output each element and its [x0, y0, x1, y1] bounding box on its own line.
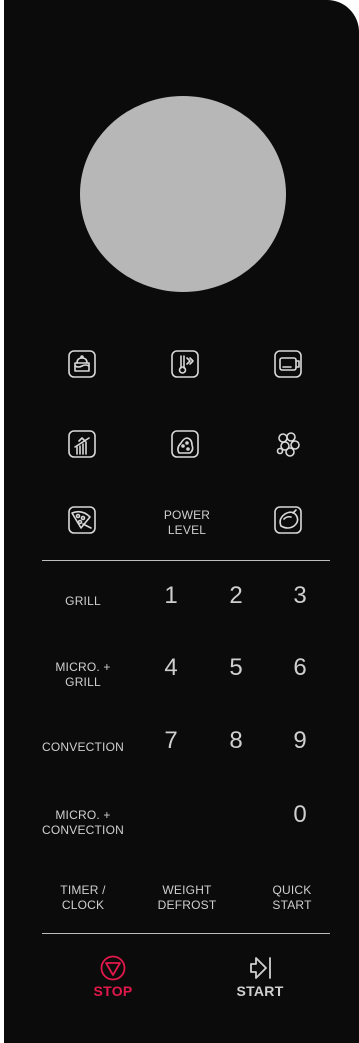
grill-rack-icon[interactable]	[64, 426, 100, 462]
stop-label: STOP	[93, 983, 133, 999]
oven-icon[interactable]	[270, 346, 306, 382]
key-0[interactable]: 0	[280, 801, 320, 829]
cake-icon[interactable]	[64, 346, 100, 382]
micro-convection-button[interactable]: MICRO. + CONVECTION	[28, 808, 138, 838]
timer-clock-button[interactable]: TIMER / CLOCK	[38, 883, 128, 913]
divider-bottom	[42, 933, 330, 934]
key-1[interactable]: 1	[151, 582, 191, 610]
vegetables-icon[interactable]	[270, 426, 306, 462]
start-label: START	[236, 983, 284, 999]
stop-icon	[100, 955, 126, 981]
key-8[interactable]: 8	[216, 727, 256, 755]
quick-start-button[interactable]: QUICK START	[254, 883, 330, 913]
key-3[interactable]: 3	[280, 582, 320, 610]
power-level-button[interactable]: POWER LEVEL	[152, 508, 222, 538]
start-button[interactable]: START	[230, 955, 290, 999]
key-4[interactable]: 4	[151, 654, 191, 682]
control-dial[interactable]	[80, 96, 286, 292]
chicken-icon[interactable]	[270, 502, 306, 538]
weight-defrost-button[interactable]: WEIGHT DEFROST	[144, 883, 230, 913]
stop-button[interactable]: STOP	[83, 955, 143, 999]
key-6[interactable]: 6	[280, 654, 320, 682]
pizza-icon[interactable]	[64, 502, 100, 538]
start-icon	[250, 957, 271, 979]
thermometer-icon[interactable]	[167, 346, 203, 382]
potato-icon[interactable]	[167, 426, 203, 462]
key-2[interactable]: 2	[216, 582, 256, 610]
micro-grill-button[interactable]: MICRO. + GRILL	[38, 660, 128, 690]
microwave-control-panel: POWER LEVEL GRILL 1 2 3 MICRO. + GRILL 4…	[4, 0, 359, 1043]
grill-button[interactable]: GRILL	[38, 594, 128, 609]
divider-top	[42, 560, 330, 561]
convection-button[interactable]: CONVECTION	[32, 740, 134, 755]
key-7[interactable]: 7	[151, 727, 191, 755]
key-9[interactable]: 9	[280, 727, 320, 755]
key-5[interactable]: 5	[216, 654, 256, 682]
